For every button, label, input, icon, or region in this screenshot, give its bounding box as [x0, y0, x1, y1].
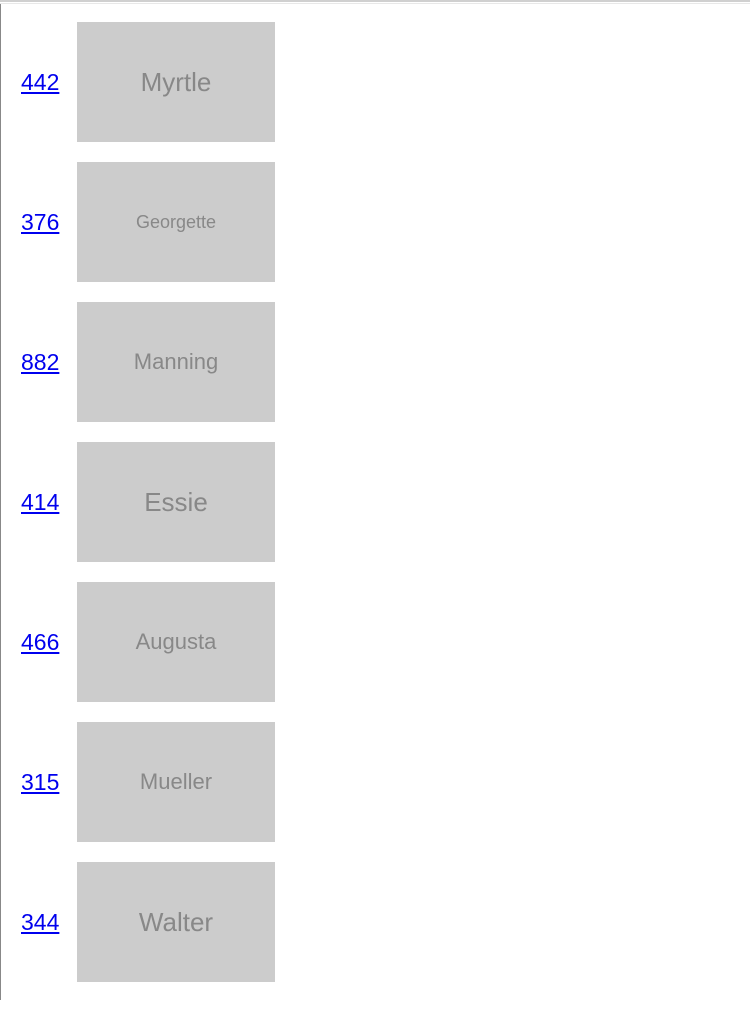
name-placeholder: Myrtle: [77, 22, 275, 142]
id-link[interactable]: 315: [21, 769, 77, 796]
name-placeholder: Georgette: [77, 162, 275, 282]
list-item: 376 Georgette: [1, 162, 750, 282]
list-item: 414 Essie: [1, 442, 750, 562]
list-container: 442 Myrtle 376 Georgette 882 Manning 414…: [0, 4, 750, 1000]
name-placeholder: Walter: [77, 862, 275, 982]
list-item: 882 Manning: [1, 302, 750, 422]
id-link[interactable]: 882: [21, 349, 77, 376]
id-link[interactable]: 466: [21, 629, 77, 656]
id-link[interactable]: 344: [21, 909, 77, 936]
id-link[interactable]: 414: [21, 489, 77, 516]
list-item: 344 Walter: [1, 862, 750, 982]
list-item: 466 Augusta: [1, 582, 750, 702]
name-placeholder: Essie: [77, 442, 275, 562]
name-placeholder: Augusta: [77, 582, 275, 702]
list-item: 315 Mueller: [1, 722, 750, 842]
name-placeholder: Mueller: [77, 722, 275, 842]
name-placeholder: Manning: [77, 302, 275, 422]
id-link[interactable]: 376: [21, 209, 77, 236]
list-item: 442 Myrtle: [1, 22, 750, 142]
id-link[interactable]: 442: [21, 69, 77, 96]
